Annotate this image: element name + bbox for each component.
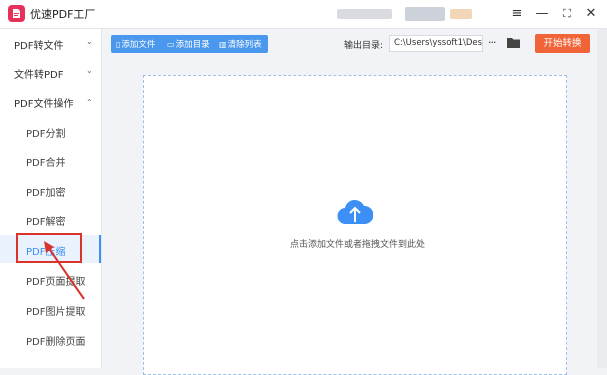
clear-list-button[interactable]: ▥清除列表	[219, 38, 262, 50]
close-icon[interactable]: ✕	[581, 4, 601, 24]
app-logo-icon	[8, 5, 25, 22]
sidebar-item-label: PDF图片提取	[26, 307, 86, 318]
sidebar-item-label: PDF解密	[26, 217, 66, 228]
sidebar-group-label: 文件转PDF	[14, 70, 64, 81]
more-options-button[interactable]: ···	[488, 36, 496, 49]
app-title: 优速PDF工厂	[30, 8, 96, 21]
drop-zone-hint: 点击添加文件或者拖拽文件到此处	[290, 240, 426, 250]
chevron-up-icon: ⌃	[86, 98, 93, 107]
folder-icon: ▭	[167, 40, 175, 49]
sidebar-item-label: PDF合并	[26, 158, 66, 169]
red-arrow-icon	[44, 241, 85, 300]
sidebar-group-label: PDF转文件	[14, 41, 64, 52]
blurred-avatar	[405, 7, 445, 21]
sidebar-item-pdf-decrypt[interactable]: PDF解密	[0, 205, 101, 233]
restore-icon[interactable]: ⛶	[557, 4, 577, 24]
sidebar-item-pdf-delete-pages[interactable]: PDF删除页面	[0, 325, 101, 353]
sidebar: PDF转文件 ⌄ 文件转PDF ⌄ PDF文件操作 ⌃ PDF分割 PDF合并 …	[0, 29, 102, 368]
sidebar-item-label: PDF加密	[26, 188, 66, 199]
sidebar-group-file-to-pdf[interactable]: 文件转PDF ⌄	[0, 58, 101, 86]
add-file-button[interactable]: ▯添加文件	[116, 38, 155, 50]
blurred-badge	[450, 9, 472, 19]
right-edge-panel	[597, 29, 607, 368]
sidebar-item-pdf-encrypt[interactable]: PDF加密	[0, 176, 101, 204]
sidebar-group-pdf-to-file[interactable]: PDF转文件 ⌄	[0, 29, 101, 57]
document-icon: ▯	[116, 40, 121, 49]
sidebar-item-label: PDF删除页面	[26, 337, 86, 348]
output-path-field[interactable]: C:\Users\yssoft1\Deskt	[389, 35, 483, 52]
title-bar: 优速PDF工厂 ≡ — ⛶ ✕	[0, 0, 607, 29]
output-directory-label: 输出目录:	[344, 41, 384, 51]
sidebar-item-pdf-split[interactable]: PDF分割	[0, 117, 101, 145]
sidebar-group-label: PDF文件操作	[14, 99, 74, 110]
chevron-down-icon: ⌄	[86, 37, 93, 46]
chevron-down-icon: ⌄	[86, 66, 93, 75]
open-folder-icon[interactable]	[507, 37, 520, 48]
sidebar-group-pdf-operations[interactable]: PDF文件操作 ⌃	[0, 87, 101, 115]
active-indicator	[99, 235, 101, 263]
start-convert-button[interactable]: 开始转换	[535, 34, 590, 53]
trash-icon: ▥	[219, 40, 227, 49]
sidebar-item-label: PDF分割	[26, 129, 66, 140]
menu-icon[interactable]: ≡	[507, 4, 527, 24]
blurred-account-info	[337, 9, 392, 19]
sidebar-item-pdf-merge[interactable]: PDF合并	[0, 146, 101, 174]
add-folder-button[interactable]: ▭添加目录	[167, 38, 210, 50]
cloud-upload-icon	[337, 199, 373, 225]
minimize-icon[interactable]: —	[532, 4, 552, 24]
toolbar-button-group: ▯添加文件 ▭添加目录 ▥清除列表	[111, 35, 268, 53]
